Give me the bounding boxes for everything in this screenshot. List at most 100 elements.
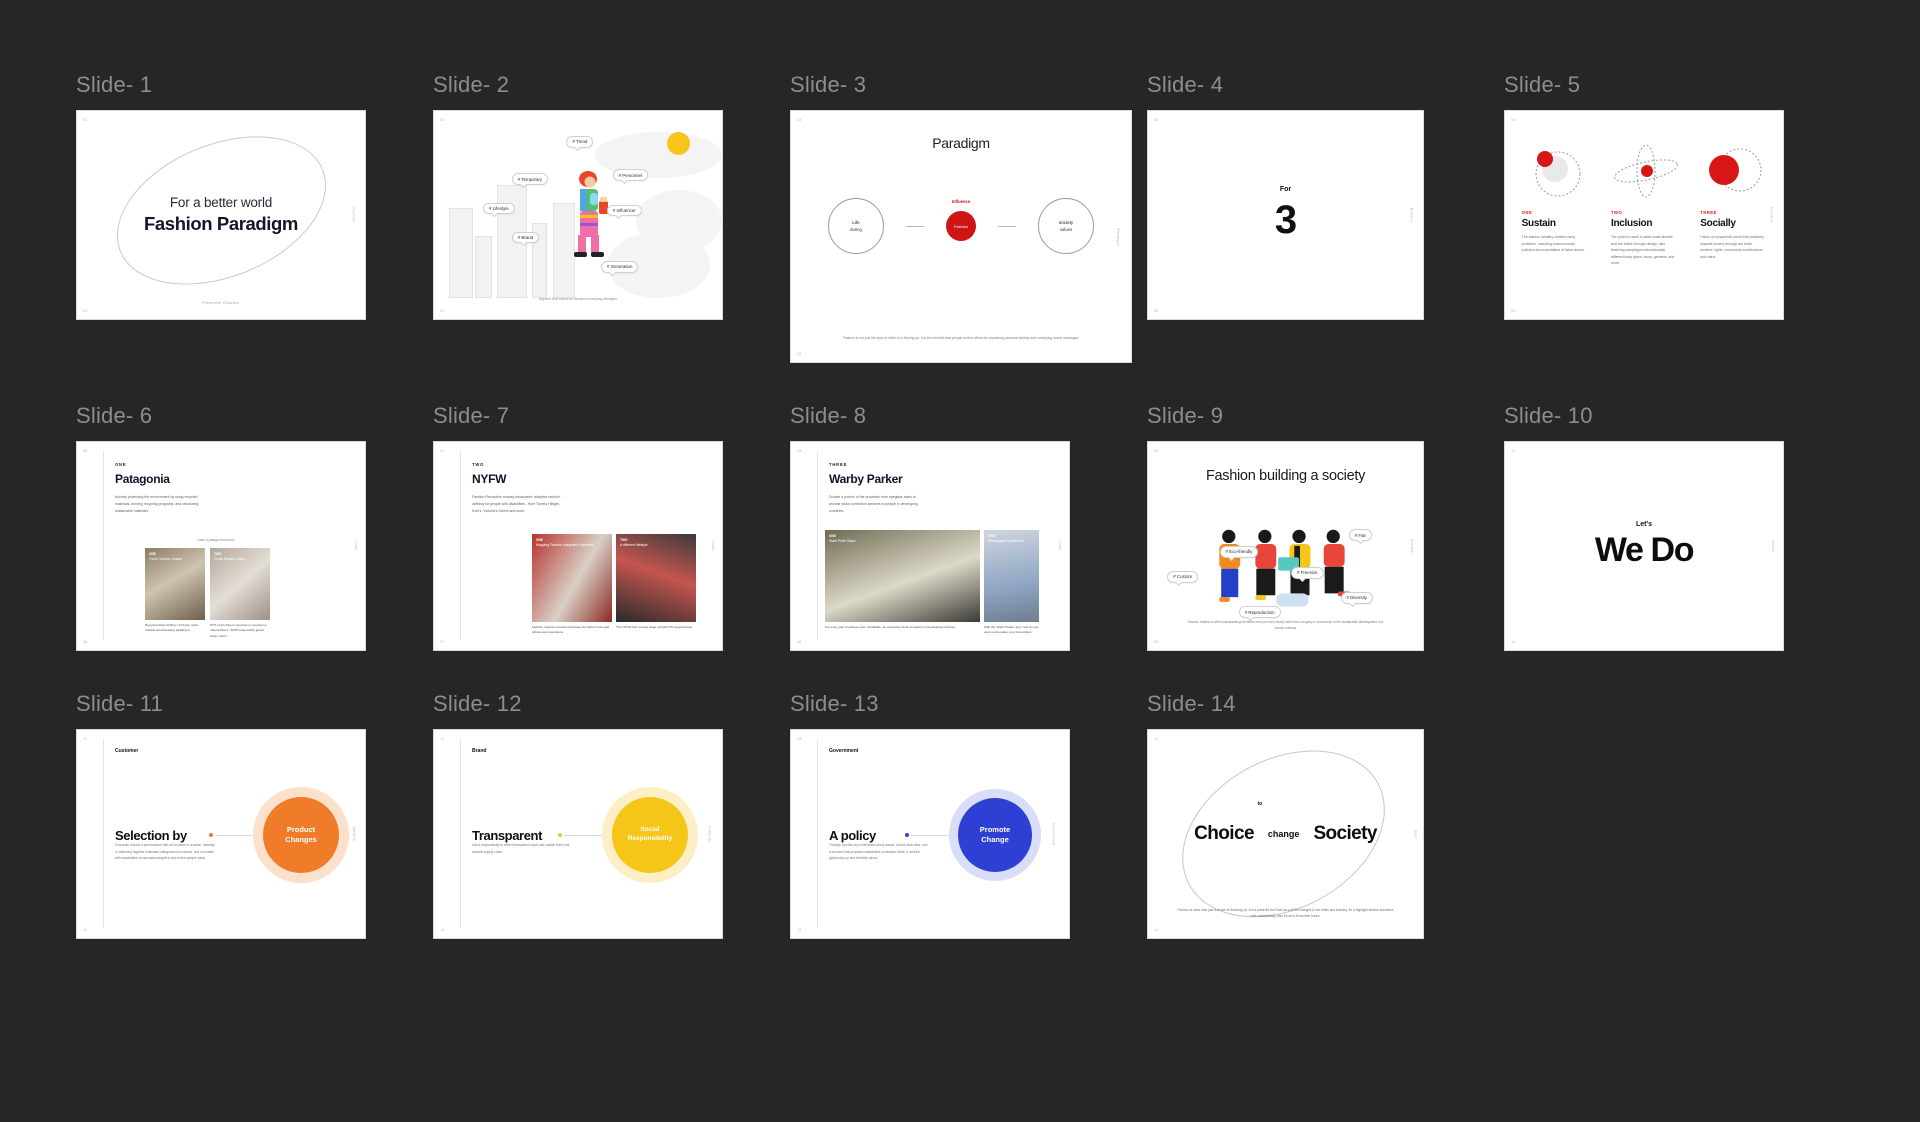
slide-thumbnail-3[interactable]: 03 03 Paradigm Paradigm Life during Infl… xyxy=(790,110,1132,363)
slide-thumbnail-13[interactable]: 13 13 Government Government A policy Thr… xyxy=(790,729,1070,939)
big-number: 3 xyxy=(1274,198,1297,243)
page-number-bottom: 08 xyxy=(797,639,802,644)
column-body: The push to reach a wider scale diverse … xyxy=(1610,235,1675,265)
photo-kicker: ONE xyxy=(149,552,156,556)
photo-kicker: TWO xyxy=(214,552,222,556)
highlight-ball: Promote Change xyxy=(958,798,1032,872)
slide-thumbnail-1[interactable]: 01 01 Fashion For a better world Fashion… xyxy=(76,110,366,320)
photo-caption: For every pair of glasses sold, worldwid… xyxy=(825,625,956,629)
tag-chip: # Lifestyle xyxy=(482,202,515,215)
ball-line-2: Changes xyxy=(285,835,317,844)
slide-label-11: Slide- 11 xyxy=(76,691,163,716)
slide-thumbnail-7[interactable]: 07 07 Case TWO NYFW Fashion Revolution r… xyxy=(433,441,723,651)
column-body: Fabric is a pyramidic world that positiv… xyxy=(1700,235,1764,259)
side-label: Case xyxy=(1058,541,1063,551)
column-three: THREE Socially Fabric is a pyramidic wor… xyxy=(1700,140,1766,294)
photo-title: Cycle Outdoor brands xyxy=(149,557,182,561)
photo-title: A different lifestyle xyxy=(620,543,648,547)
slide-head: A policy xyxy=(829,827,876,843)
slide-label-3: Slide- 3 xyxy=(790,72,867,97)
big-text: We Do xyxy=(1594,531,1695,570)
side-label: Government xyxy=(1051,822,1056,846)
slide-thumbnail-12[interactable]: 12 12 Contents Brand Transparent Use a r… xyxy=(433,729,723,939)
page-number-top: 02 xyxy=(440,117,445,122)
diagram-row: Life during Influence Fashion society va… xyxy=(791,198,1131,255)
side-label: Method xyxy=(352,827,357,841)
slide-thumbnail-8[interactable]: 08 08 Case THREE Warby Parker Donate a p… xyxy=(790,441,1070,651)
ball-line-2: Responsibility xyxy=(627,835,673,842)
side-label: Case xyxy=(711,541,716,551)
slide-footer: Fashion relates to with understanding id… xyxy=(1187,620,1384,631)
photo-title: Cyclic Repair Cotton xyxy=(214,557,245,561)
slide-thumbnail-6[interactable]: 06 06 Case ONE Patagonia Actively protec… xyxy=(76,441,366,651)
page-number-top: 05 xyxy=(1511,117,1516,122)
vertical-rule xyxy=(103,452,104,640)
slide-thumbnail-9[interactable]: 09 09 Society Fashion building a society xyxy=(1147,441,1424,651)
slide-label-2: Slide- 2 xyxy=(433,72,510,97)
photo-caption: Fashion requires a brand showcase for fa… xyxy=(532,625,610,635)
slide-body: Use a responsibility to reflect transpar… xyxy=(472,843,570,854)
word-row: Choice change Society xyxy=(1148,730,1423,938)
page-number-bottom: 04 xyxy=(1154,308,1159,313)
tag-chip: # Trend xyxy=(566,135,594,148)
photo-caption: The NYFW first runway stage included 35 … xyxy=(616,625,693,629)
tag-chip: # Fair xyxy=(1348,529,1372,542)
page-number-bottom: 07 xyxy=(440,639,445,644)
slide-label-7: Slide- 7 xyxy=(433,403,510,428)
page-number-top: 09 xyxy=(1154,448,1159,453)
page-number-bottom: 05 xyxy=(1511,308,1516,313)
eyebrow-text: Customer xyxy=(115,748,139,754)
section-kicker: THREE xyxy=(829,462,848,467)
page-number-bottom: 11 xyxy=(83,927,88,932)
slide-thumbnail-2[interactable]: 02 02 Fashion xyxy=(433,110,723,320)
slide-footer: Fashion is not just the style in which i… xyxy=(842,336,1080,341)
page-number-top: 07 xyxy=(440,448,445,453)
slide-cell-1: Slide- 1 01 01 Fashion For a better worl… xyxy=(76,72,433,363)
slide-cell-4: Slide- 4 04 04 Number For 3 xyxy=(1147,72,1504,363)
connector-line xyxy=(998,225,1016,227)
slide-thumbnail-4[interactable]: 04 04 Number For 3 xyxy=(1147,110,1424,320)
tag-chip: # Reproduction xyxy=(1238,606,1281,619)
word-left: Choice xyxy=(1194,823,1254,844)
slide-cell-14: Slide- 14 14 14 End to Choice change Soc… xyxy=(1147,691,1504,939)
slide-title: NYFW xyxy=(472,472,507,486)
tag-chip: # Temporary xyxy=(511,173,549,186)
slide-thumbnail-11[interactable]: 11 11 Method Customer Selection by Corpo… xyxy=(76,729,366,939)
slide-cell-2: Slide- 2 02 02 Fashion xyxy=(433,72,790,363)
side-label: Contents xyxy=(707,825,712,843)
column-kicker: TWO xyxy=(1610,210,1623,216)
eyebrow-text: Brand xyxy=(472,748,487,754)
slide-title: Paradigm xyxy=(932,135,990,151)
slide-cell-7: Slide- 7 07 07 Case TWO NYFW Fashion Rev… xyxy=(433,403,790,651)
photo-title: Warb Pride Glass xyxy=(829,539,856,543)
page-number-bottom: 03 xyxy=(797,351,802,356)
page-number-bottom: 13 xyxy=(797,927,802,932)
slide-body: Corporate choose a performance with an i… xyxy=(115,843,215,860)
yellow-dot-icon xyxy=(667,131,691,155)
tag-chip: # Diversity xyxy=(1340,591,1373,604)
slide-footer: Fashion is more than just a choice of dr… xyxy=(1177,908,1394,919)
word-right: Society xyxy=(1313,823,1377,844)
word-mid: change xyxy=(1267,829,1300,839)
photo-caption: With the 'Warb Parker' app / Get an eye … xyxy=(984,625,1039,635)
three-columns: ONE Sustain The fashion industry creates… xyxy=(1522,140,1767,294)
slide-title: Warby Parker xyxy=(829,472,903,486)
photo-title: Photograph Conference xyxy=(988,539,1025,543)
right-circle-line2: values xyxy=(1059,227,1073,233)
slide-thumbnail-14[interactable]: 14 14 End to Choice change Society Fashi… xyxy=(1147,729,1424,939)
page-number-bottom: 12 xyxy=(440,927,445,932)
slide-thumbnail-5[interactable]: 05 05 Practice ONE Sustain The fashion i… xyxy=(1504,110,1784,320)
slide-body: Donate a portion of the proceeds from ey… xyxy=(829,495,918,513)
ball-line-1: Promote xyxy=(979,824,1011,834)
slide-label-4: Slide- 4 xyxy=(1147,72,1224,97)
eyebrow-text: For xyxy=(1279,185,1292,193)
slide-thumbnail-10[interactable]: 10 10 Action Let's We Do xyxy=(1504,441,1784,651)
section-kicker: TWO xyxy=(472,462,485,467)
right-circle-line1: society xyxy=(1058,220,1074,226)
slide-body: Through a public key understand about is… xyxy=(829,843,928,860)
page-number-top: 11 xyxy=(83,736,88,741)
column-two: TWO Inclusion The push to reach a wider … xyxy=(1610,140,1678,294)
highlight-ball: Social Responsibility xyxy=(612,797,688,873)
slide-label-1: Slide- 1 xyxy=(76,72,153,97)
slide-cell-5: Slide- 5 05 05 Practice ONE Sustain The … xyxy=(1504,72,1861,363)
